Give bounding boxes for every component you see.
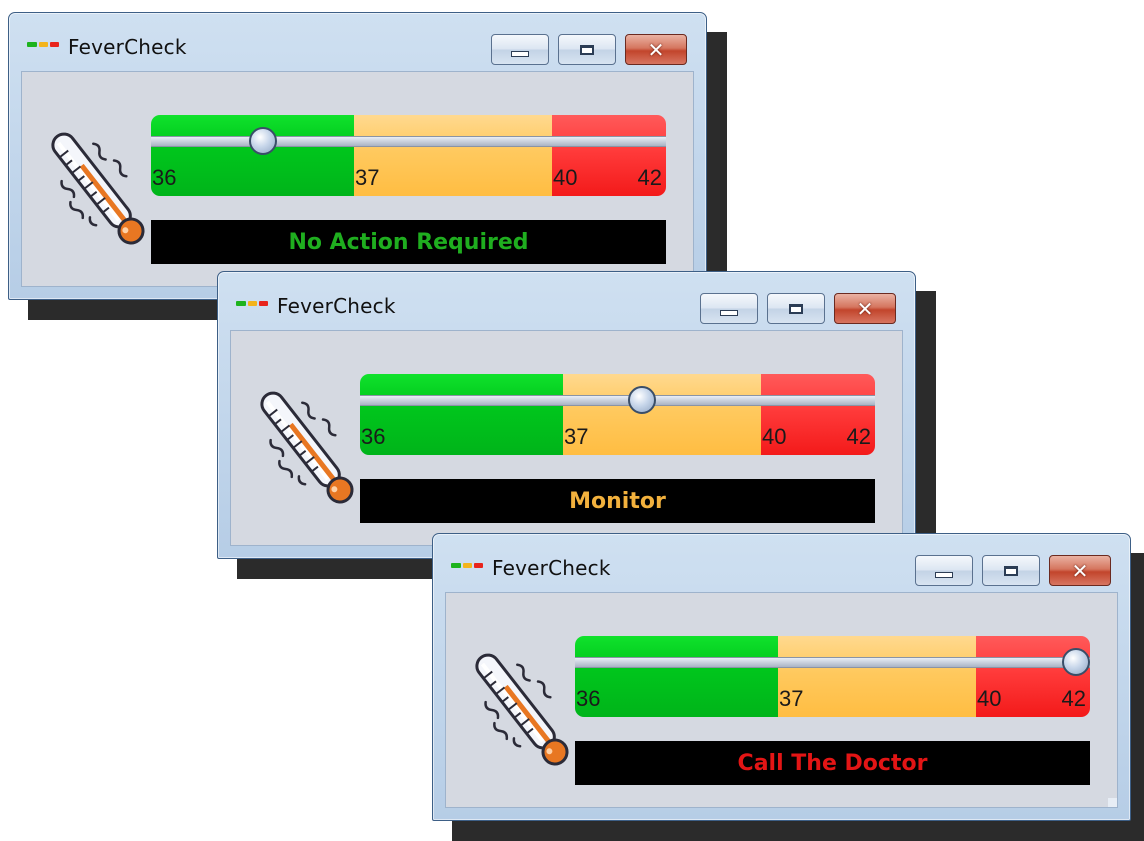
monitor-zone xyxy=(354,115,552,196)
maximize-button[interactable] xyxy=(982,555,1040,586)
close-button[interactable]: ✕ xyxy=(834,293,896,324)
window-client-area: 36 37 40 42 No Action Required xyxy=(21,71,694,287)
temperature-scale: 36 37 40 42 xyxy=(575,636,1090,717)
window-frame: FeverCheck ✕ xyxy=(8,12,707,300)
temperature-slider-thumb[interactable] xyxy=(248,127,277,155)
tick-label-42: 42 xyxy=(1061,686,1086,711)
close-icon: ✕ xyxy=(647,37,665,62)
tick-label-36: 36 xyxy=(361,424,386,449)
monitor-zone xyxy=(778,636,976,717)
minimize-button[interactable] xyxy=(915,555,973,586)
app-icon xyxy=(451,563,485,568)
close-button[interactable]: ✕ xyxy=(1049,555,1111,586)
status-message: No Action Required xyxy=(151,220,666,264)
fevercheck-window-2: FeverCheck ✕ 36 37 40 42 Monitor xyxy=(217,271,936,579)
status-message: Call The Doctor xyxy=(575,741,1090,785)
tick-label-40: 40 xyxy=(553,165,578,190)
temperature-slider-track[interactable] xyxy=(151,136,666,147)
fevercheck-window-1: FeverCheck ✕ 36 37 40 42 No Action Requi… xyxy=(8,12,727,320)
close-button[interactable]: ✕ xyxy=(625,34,687,65)
fevercheck-window-3: FeverCheck ✕ 36 37 40 42 Call The Doctor xyxy=(432,533,1144,841)
normal-zone xyxy=(360,374,563,455)
maximize-button[interactable] xyxy=(767,293,825,324)
minimize-icon xyxy=(935,572,953,578)
tick-label-42: 42 xyxy=(846,424,871,449)
tick-label-36: 36 xyxy=(152,165,177,190)
normal-zone xyxy=(575,636,778,717)
title-bar[interactable]: FeverCheck ✕ xyxy=(9,13,706,71)
temperature-slider-track[interactable] xyxy=(575,657,1090,668)
window-client-area: 36 37 40 42 Monitor xyxy=(230,330,903,546)
normal-zone xyxy=(151,115,354,196)
maximize-icon xyxy=(580,44,594,55)
minimize-icon xyxy=(511,51,529,57)
temperature-slider-thumb[interactable] xyxy=(628,386,657,414)
title-bar[interactable]: FeverCheck ✕ xyxy=(218,272,915,330)
tick-label-42: 42 xyxy=(637,165,662,190)
tick-label-40: 40 xyxy=(762,424,787,449)
status-message: Monitor xyxy=(360,479,875,523)
tick-label-37: 37 xyxy=(355,165,380,190)
title-bar[interactable]: FeverCheck ✕ xyxy=(433,534,1130,592)
temperature-scale: 36 37 40 42 xyxy=(360,374,875,455)
tick-label-36: 36 xyxy=(576,686,601,711)
app-icon xyxy=(27,42,61,47)
close-icon: ✕ xyxy=(856,296,874,321)
window-title: FeverCheck xyxy=(277,294,396,318)
minimize-button[interactable] xyxy=(700,293,758,324)
tick-label-40: 40 xyxy=(977,686,1002,711)
thermometer-icon xyxy=(51,132,145,245)
window-title: FeverCheck xyxy=(68,35,187,59)
maximize-icon xyxy=(1004,565,1018,576)
tick-label-37: 37 xyxy=(564,424,589,449)
thermometer-icon xyxy=(475,653,569,766)
app-icon xyxy=(236,301,270,306)
window-frame: FeverCheck ✕ xyxy=(217,271,916,559)
thermometer-icon xyxy=(260,391,354,504)
temperature-slider-track[interactable] xyxy=(360,395,875,406)
window-title: FeverCheck xyxy=(492,556,611,580)
tick-label-37: 37 xyxy=(779,686,804,711)
minimize-icon xyxy=(720,310,738,316)
window-client-area: 36 37 40 42 Call The Doctor xyxy=(445,592,1118,808)
temperature-slider-thumb[interactable] xyxy=(1062,648,1090,676)
maximize-button[interactable] xyxy=(558,34,616,65)
resize-grip[interactable] xyxy=(1108,798,1117,807)
monitor-zone xyxy=(563,374,761,455)
maximize-icon xyxy=(789,303,803,314)
temperature-scale: 36 37 40 42 xyxy=(151,115,666,196)
close-icon: ✕ xyxy=(1071,558,1089,583)
minimize-button[interactable] xyxy=(491,34,549,65)
window-frame: FeverCheck ✕ xyxy=(432,533,1131,821)
